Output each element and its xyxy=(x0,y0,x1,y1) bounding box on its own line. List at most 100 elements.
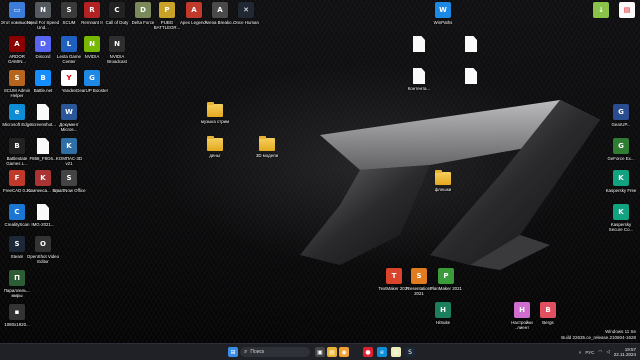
desktop-icon-label: Контента... xyxy=(407,86,431,91)
folder-icon xyxy=(207,102,223,117)
folder-icon xyxy=(259,136,275,151)
wifi-icon[interactable]: ◠ xyxy=(598,349,602,355)
desktop-icon-label: SmartNow Office xyxy=(52,188,86,193)
clock[interactable]: 19:57 22.11.2024 xyxy=(614,347,636,358)
desktop-icon-file-1[interactable]: ▪ 1080x1920... xyxy=(0,304,34,344)
taskbar-start-icon[interactable]: ⊞ xyxy=(228,347,238,357)
kompas-graph-icon: K xyxy=(35,170,51,186)
desktop-icon-label: IMG-2021... xyxy=(31,222,55,227)
creality-icon: C xyxy=(9,204,25,220)
nvidia-icon: N xyxy=(84,36,100,52)
desktop-icon-kaspersky-sc[interactable]: K Kaspersky Secure Co... xyxy=(604,204,638,244)
desktop-icon-label: OpenShot Video Editor xyxy=(26,254,60,264)
this-pc-icon: ▭ xyxy=(9,2,25,18)
parallels-icon: П xyxy=(9,270,25,286)
desktop-icon-label: Kaspersky Free xyxy=(605,188,637,193)
desktop-icon-folder-flash[interactable]: флешки xyxy=(426,170,460,210)
taskbar: ⊞ ▣ ▤ ◉ ● e ◎ S ⌕ Поиск ˄ РУС ◠ ◁ 19:57 22.11.2… xyxy=(0,343,640,360)
word-doc-icon: W xyxy=(61,104,77,120)
desktop-icon-label: деньг xyxy=(209,153,221,158)
desktop-icon-label: WinPaths xyxy=(433,20,453,25)
desktop-icon-label: HiSuite xyxy=(435,320,451,325)
planmaker-icon: P xyxy=(438,268,454,284)
desktop-icon-hisuite[interactable]: H HiSuite xyxy=(426,302,460,342)
top-right-2-icon: ▤ xyxy=(619,2,635,18)
taskbar-tb-6-icon[interactable]: ◎ xyxy=(391,347,401,357)
desktop-icon-label: Документ Micros... xyxy=(59,122,79,132)
document-icon xyxy=(37,204,49,220)
desktop-icon-folder-money[interactable]: деньг xyxy=(198,136,232,176)
battlestate-icon: B xyxy=(9,138,25,154)
openshot-icon: O xyxy=(35,236,51,252)
desktop-icon-doc-3[interactable]: Контента... xyxy=(402,68,436,108)
build-line-2: Build 22635.ce_release.210604-1628 xyxy=(561,334,636,340)
desktop-icon-label: PlanMaker 2021 xyxy=(430,286,462,291)
clock-date: 22.11.2024 xyxy=(613,352,636,357)
desktop-icon-label: 3D модели xyxy=(255,153,279,158)
hisuite-icon: H xyxy=(435,302,451,318)
desktop-icon-label: Kaspersky Secure Co... xyxy=(608,222,634,232)
gearup-icon: G xyxy=(84,70,100,86)
nastroyki-icon: Н xyxy=(514,302,530,318)
desktop-icon-folder-3d[interactable]: 3D модели xyxy=(250,136,284,176)
desktop-icon-label: музыка стрим xyxy=(200,119,230,124)
file-1-icon: ▪ xyxy=(9,304,25,320)
desktop-icon-label: GeForce Ex... xyxy=(607,156,635,161)
apex-icon: A xyxy=(186,2,202,18)
desktop-icon-gs[interactable]: G GearUP... xyxy=(604,104,638,144)
discord-icon: D xyxy=(35,36,51,52)
desktop-icon-label: Параллель... миры xyxy=(3,288,31,298)
edge-icon: e xyxy=(9,104,25,120)
taskbar-tb-2-icon[interactable]: ▤ xyxy=(327,347,337,357)
volume-icon[interactable]: ◁ xyxy=(606,349,609,355)
nfs-icon: N xyxy=(35,2,51,18)
system-tray: ˄ РУС ◠ ◁ 19:57 22.11.2024 xyxy=(579,346,636,358)
presentations-icon: S xyxy=(411,268,427,284)
once-human-icon: ✕ xyxy=(238,2,254,18)
search-icon: ⌕ xyxy=(244,348,248,355)
desktop-icon-doc-4[interactable] xyxy=(454,68,488,108)
folder-icon xyxy=(435,170,451,185)
desktop-icon-top-right-2[interactable]: ▤ xyxy=(610,2,640,42)
desktop-icon-label: NVIDIA Broadcast xyxy=(107,54,127,64)
document-icon xyxy=(37,138,49,154)
steam-icon: S xyxy=(9,236,25,252)
desktop-icon-once-human[interactable]: ✕ Once Human xyxy=(229,2,263,42)
language-indicator[interactable]: РУС xyxy=(585,350,594,355)
cod-icon: C xyxy=(109,2,125,18)
document-icon xyxy=(413,36,425,52)
search-placeholder: Поиск xyxy=(250,349,265,355)
taskbar-tb-7-icon[interactable]: S xyxy=(405,347,415,357)
freecad-icon: F xyxy=(9,170,25,186)
kaspersky-free-icon: K xyxy=(613,170,629,186)
nvidia-broadcast-icon: N xyxy=(109,36,125,52)
smartnow-icon: S xyxy=(61,170,77,186)
kaspersky-sc-icon: K xyxy=(613,204,629,220)
text-maker-icon: T xyxy=(386,268,402,284)
taskbar-tb-5-icon[interactable]: e xyxy=(377,347,387,357)
top-right-1-icon: ↓ xyxy=(593,2,609,18)
desktop-icon-label: 1080x1920... xyxy=(4,322,30,327)
wallpaper-logo xyxy=(300,100,600,270)
delta-icon: D xyxy=(135,2,151,18)
desktop-icon-label: флешки xyxy=(434,187,452,192)
gs-icon: G xyxy=(613,104,629,120)
taskbar-tb-1-icon[interactable]: ▣ xyxy=(315,347,325,357)
pubg-icon: P xyxy=(159,2,175,18)
word-top-icon: W xyxy=(435,2,451,18)
desktop-icon-label: KOMПАС-3D v21 xyxy=(55,156,83,166)
kompas-3d-icon: K xyxy=(61,138,77,154)
taskbar-tb-4-icon[interactable]: ● xyxy=(363,347,373,357)
document-icon xyxy=(465,68,477,84)
chevron-up-icon[interactable]: ˄ xyxy=(579,350,582,355)
document-icon xyxy=(37,104,49,120)
taskbar-tb-3-icon[interactable]: ◉ xyxy=(339,347,349,357)
desktop-icon-label: Bergs xyxy=(542,320,554,325)
document-icon xyxy=(465,36,477,52)
document-icon xyxy=(413,68,425,84)
arena-icon: A xyxy=(212,2,228,18)
desktop-icon-label: GearUP... xyxy=(611,122,631,127)
battlenet-icon: B xyxy=(35,70,51,86)
desktop-icon-bergs[interactable]: B Bergs xyxy=(531,302,565,342)
taskbar-search[interactable]: ⌕ Поиск xyxy=(240,347,310,357)
